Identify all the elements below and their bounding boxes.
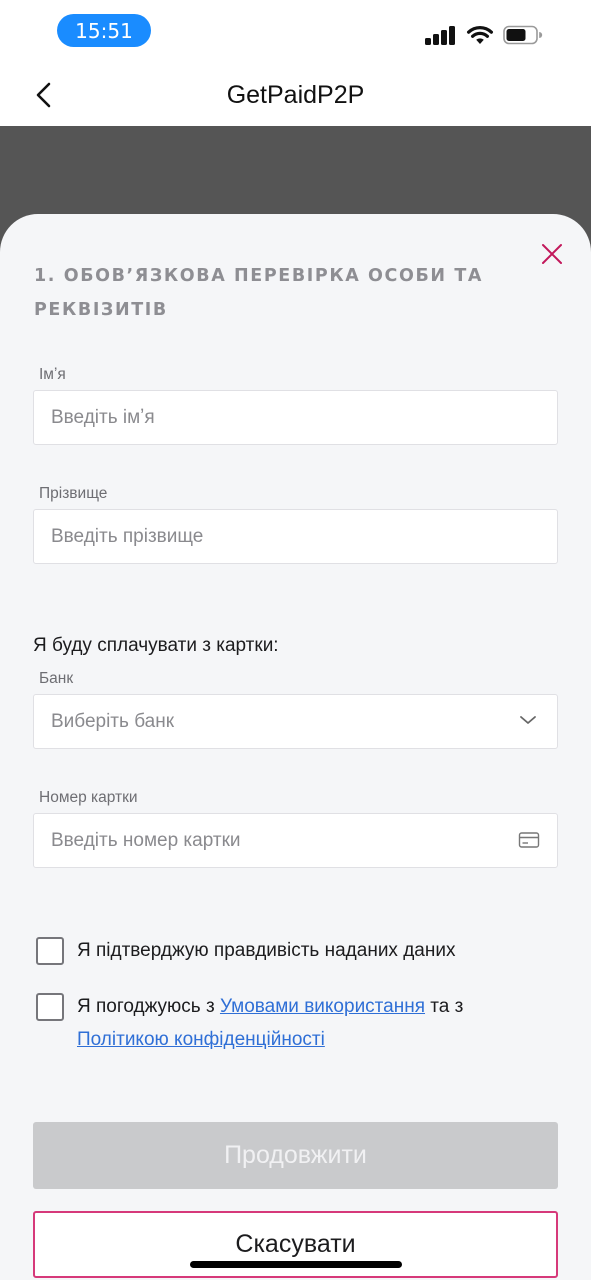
last-name-placeholder: Введіть прізвище [51, 526, 204, 547]
close-icon[interactable] [539, 241, 565, 267]
confirm-data-text: Я підтверджую правдивість наданих даних [77, 940, 456, 961]
credit-card-icon [518, 832, 540, 848]
accept-terms-text: Я погоджуюсь з Умовами використання та з [77, 990, 547, 1023]
cellular-signal-icon [425, 26, 457, 45]
privacy-policy-link[interactable]: Політикою конфіденційності [77, 1029, 325, 1050]
nav-bar: GetPaidP2P [0, 62, 591, 126]
terms-of-use-link[interactable]: Умовами використання [220, 996, 425, 1017]
first-name-label: Імʼя [39, 366, 66, 383]
card-number-field[interactable]: Введіть номер картки [33, 813, 558, 868]
status-time: 15:51 [57, 14, 151, 47]
terms-middle-text: та з [430, 996, 464, 1017]
bank-select-value: Виберіть банк [51, 711, 175, 732]
card-number-label: Номер картки [39, 789, 138, 806]
last-name-label: Прізвище [39, 485, 108, 502]
first-name-field[interactable]: Введіть імʼя [33, 390, 558, 445]
home-indicator [190, 1261, 402, 1268]
bank-label: Банк [39, 670, 74, 687]
battery-icon [503, 25, 543, 45]
last-name-field[interactable]: Введіть прізвище [33, 509, 558, 564]
first-name-placeholder: Введіть імʼя [51, 407, 155, 428]
bank-select[interactable]: Виберіть банк [33, 694, 558, 749]
chevron-down-icon [520, 716, 536, 724]
terms-prefix-text: Я погоджуюсь з [77, 996, 215, 1017]
page-title: GetPaidP2P [226, 81, 365, 109]
accept-terms-checkbox[interactable] [36, 993, 64, 1021]
privacy-line: Політикою конфіденційності [77, 1023, 325, 1056]
wifi-icon [467, 26, 493, 44]
section-title: 1. Обов’язкова перевірка особи та реквіз… [34, 266, 484, 320]
continue-button[interactable]: Продовжити [33, 1122, 558, 1189]
card-number-placeholder: Введіть номер картки [51, 830, 241, 851]
confirm-data-checkbox[interactable] [36, 937, 64, 965]
status-bar: 15:51 [0, 0, 591, 62]
pay-from-label: Я буду сплачувати з картки: [33, 635, 279, 656]
